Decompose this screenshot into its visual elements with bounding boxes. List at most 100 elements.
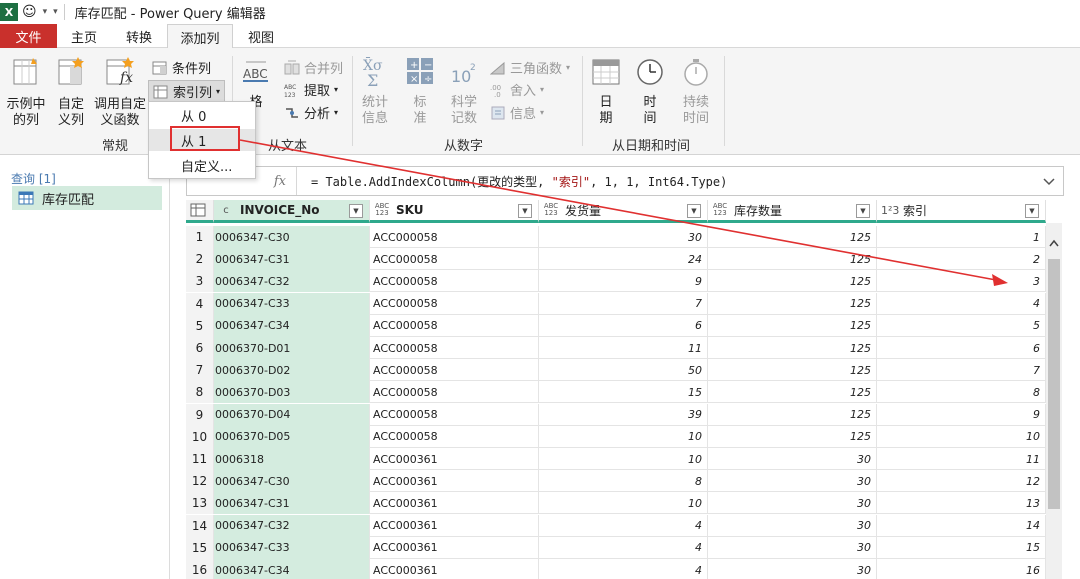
formula-text[interactable]: = Table.AddIndexColumn(更改的类型, "索引", 1, 1… (311, 173, 727, 190)
filter-dropdown-icon[interactable]: ▼ (687, 204, 701, 218)
row-number[interactable]: 7 (186, 359, 214, 382)
table-row[interactable]: 13 0006347-C31 ACC000361 10 30 13 (186, 492, 1046, 515)
invoice-cell[interactable]: 0006347-C32 (214, 270, 370, 293)
table-row[interactable]: 3 0006347-C32 ACC000058 9 125 3 (186, 270, 1046, 293)
index-cell[interactable]: 3 (877, 270, 1046, 293)
row-number[interactable]: 3 (186, 270, 214, 293)
invoice-cell[interactable]: 0006347-C34 (214, 314, 370, 337)
invoice-cell[interactable]: 0006347-C33 (214, 292, 370, 315)
row-number[interactable]: 16 (186, 559, 214, 579)
shipped-cell[interactable]: 10 (539, 448, 708, 470)
filter-dropdown-icon[interactable]: ▼ (856, 204, 870, 218)
shipped-cell[interactable]: 24 (539, 248, 708, 271)
shipped-cell[interactable]: 4 (539, 536, 708, 559)
stock-cell[interactable]: 125 (708, 425, 877, 448)
invoice-cell[interactable]: 0006347-C34 (214, 559, 370, 579)
index-cell[interactable]: 11 (877, 448, 1046, 470)
index-cell[interactable]: 14 (877, 514, 1046, 537)
query-item[interactable]: 库存匹配 (12, 186, 162, 210)
row-number[interactable]: 10 (186, 425, 214, 448)
row-number[interactable]: 8 (186, 381, 214, 404)
shipped-cell[interactable]: 10 (539, 425, 708, 448)
sku-cell[interactable]: ACC000361 (370, 559, 539, 579)
smile-icon[interactable]: ☺ (22, 4, 37, 20)
tab-home[interactable]: 主页 (57, 24, 111, 48)
index-cell[interactable]: 10 (877, 425, 1046, 448)
column-from-examples-button[interactable]: 示例中 的列 (4, 56, 48, 129)
row-number[interactable]: 11 (186, 448, 214, 470)
merge-columns-button[interactable]: 合并列 (284, 58, 343, 77)
invoice-cell[interactable]: 0006370-D03 (214, 381, 370, 404)
invoice-cell[interactable]: 0006347-C30 (214, 470, 370, 493)
table-row[interactable]: 2 0006347-C31 ACC000058 24 125 2 (186, 248, 1046, 271)
sku-cell[interactable]: ACC000361 (370, 470, 539, 493)
invoice-cell[interactable]: 0006370-D02 (214, 359, 370, 382)
stock-cell[interactable]: 30 (708, 492, 877, 515)
index-cell[interactable]: 5 (877, 314, 1046, 337)
information-button[interactable]: 信息 ▾ (490, 103, 544, 122)
sku-cell[interactable]: ACC000361 (370, 536, 539, 559)
row-number[interactable]: 2 (186, 248, 214, 271)
statistics-button[interactable]: X̄σ Σ 统计 信息 (356, 56, 394, 127)
row-number[interactable]: 6 (186, 337, 214, 359)
customize-toolbar-icon[interactable]: ▾ (53, 7, 58, 17)
stock-cell[interactable]: 125 (708, 359, 877, 382)
column-header-invoice[interactable]: c INVOICE_No ▼ (214, 200, 370, 223)
sku-cell[interactable]: ACC000058 (370, 337, 539, 359)
shipped-cell[interactable]: 7 (539, 292, 708, 315)
invoice-cell[interactable]: 0006370-D01 (214, 337, 370, 359)
time-button[interactable]: 时 间 (632, 56, 668, 127)
filter-dropdown-icon[interactable]: ▼ (518, 204, 532, 218)
duration-button[interactable]: 持续 时间 (674, 56, 718, 127)
column-header-shipped[interactable]: ABC 123 发货量 ▼ (539, 200, 708, 223)
table-row[interactable]: 15 0006347-C33 ACC000361 4 30 15 (186, 536, 1046, 559)
stock-cell[interactable]: 125 (708, 381, 877, 404)
scientific-button[interactable]: 10 2 科学 记数 (446, 56, 482, 127)
stock-cell[interactable]: 30 (708, 514, 877, 537)
shipped-cell[interactable]: 4 (539, 559, 708, 579)
index-cell[interactable]: 16 (877, 559, 1046, 579)
scroll-up-icon[interactable] (1049, 239, 1059, 247)
formula-bar[interactable]: fx = Table.AddIndexColumn(更改的类型, "索引", 1… (186, 166, 1064, 196)
row-number[interactable]: 1 (186, 226, 214, 248)
stock-cell[interactable]: 125 (708, 292, 877, 315)
invoice-cell[interactable]: 0006370-D04 (214, 403, 370, 426)
table-row[interactable]: 14 0006347-C32 ACC000361 4 30 14 (186, 514, 1046, 537)
invoke-custom-function-button[interactable]: fx 调用自定 义函数 (92, 56, 148, 129)
table-row[interactable]: 9 0006370-D04 ACC000058 39 125 9 (186, 403, 1046, 426)
menu-item-custom[interactable]: 自定义... (149, 154, 255, 176)
invoice-cell[interactable]: 0006347-C31 (214, 492, 370, 515)
sku-cell[interactable]: ACC000361 (370, 492, 539, 515)
date-button[interactable]: 日 期 (588, 56, 624, 127)
extract-button[interactable]: ABC 123 提取 ▾ (284, 80, 338, 100)
table-row[interactable]: 8 0006370-D03 ACC000058 15 125 8 (186, 381, 1046, 404)
vertical-scrollbar[interactable] (1046, 223, 1062, 579)
shipped-cell[interactable]: 10 (539, 492, 708, 515)
sku-cell[interactable]: ACC000058 (370, 226, 539, 248)
row-number[interactable]: 5 (186, 314, 214, 337)
stock-cell[interactable]: 30 (708, 559, 877, 579)
stock-cell[interactable]: 125 (708, 248, 877, 271)
row-number[interactable]: 12 (186, 470, 214, 493)
shipped-cell[interactable]: 9 (539, 270, 708, 293)
sku-cell[interactable]: ACC000058 (370, 314, 539, 337)
custom-column-button[interactable]: 自定 义列 (54, 56, 88, 129)
index-cell[interactable]: 9 (877, 403, 1046, 426)
stock-cell[interactable]: 125 (708, 314, 877, 337)
table-row[interactable]: 11 0006318 ACC000361 10 30 11 (186, 448, 1046, 470)
rounding-button[interactable]: .00.0 舍入 ▾ (490, 80, 544, 100)
invoice-cell[interactable]: 0006347-C32 (214, 514, 370, 537)
sku-cell[interactable]: ACC000058 (370, 359, 539, 382)
index-cell[interactable]: 2 (877, 248, 1046, 271)
filter-dropdown-icon[interactable]: ▼ (1025, 204, 1039, 218)
shipped-cell[interactable]: 8 (539, 470, 708, 493)
tab-add-column[interactable]: 添加列 (167, 24, 233, 49)
shipped-cell[interactable]: 30 (539, 226, 708, 248)
index-cell[interactable]: 12 (877, 470, 1046, 493)
row-number[interactable]: 9 (186, 403, 214, 426)
table-row[interactable]: 5 0006347-C34 ACC000058 6 125 5 (186, 314, 1046, 337)
select-all-corner[interactable] (186, 200, 214, 223)
column-header-stock[interactable]: ABC 123 库存数量 ▼ (708, 200, 877, 223)
sku-cell[interactable]: ACC000058 (370, 248, 539, 271)
sku-cell[interactable]: ACC000058 (370, 381, 539, 404)
